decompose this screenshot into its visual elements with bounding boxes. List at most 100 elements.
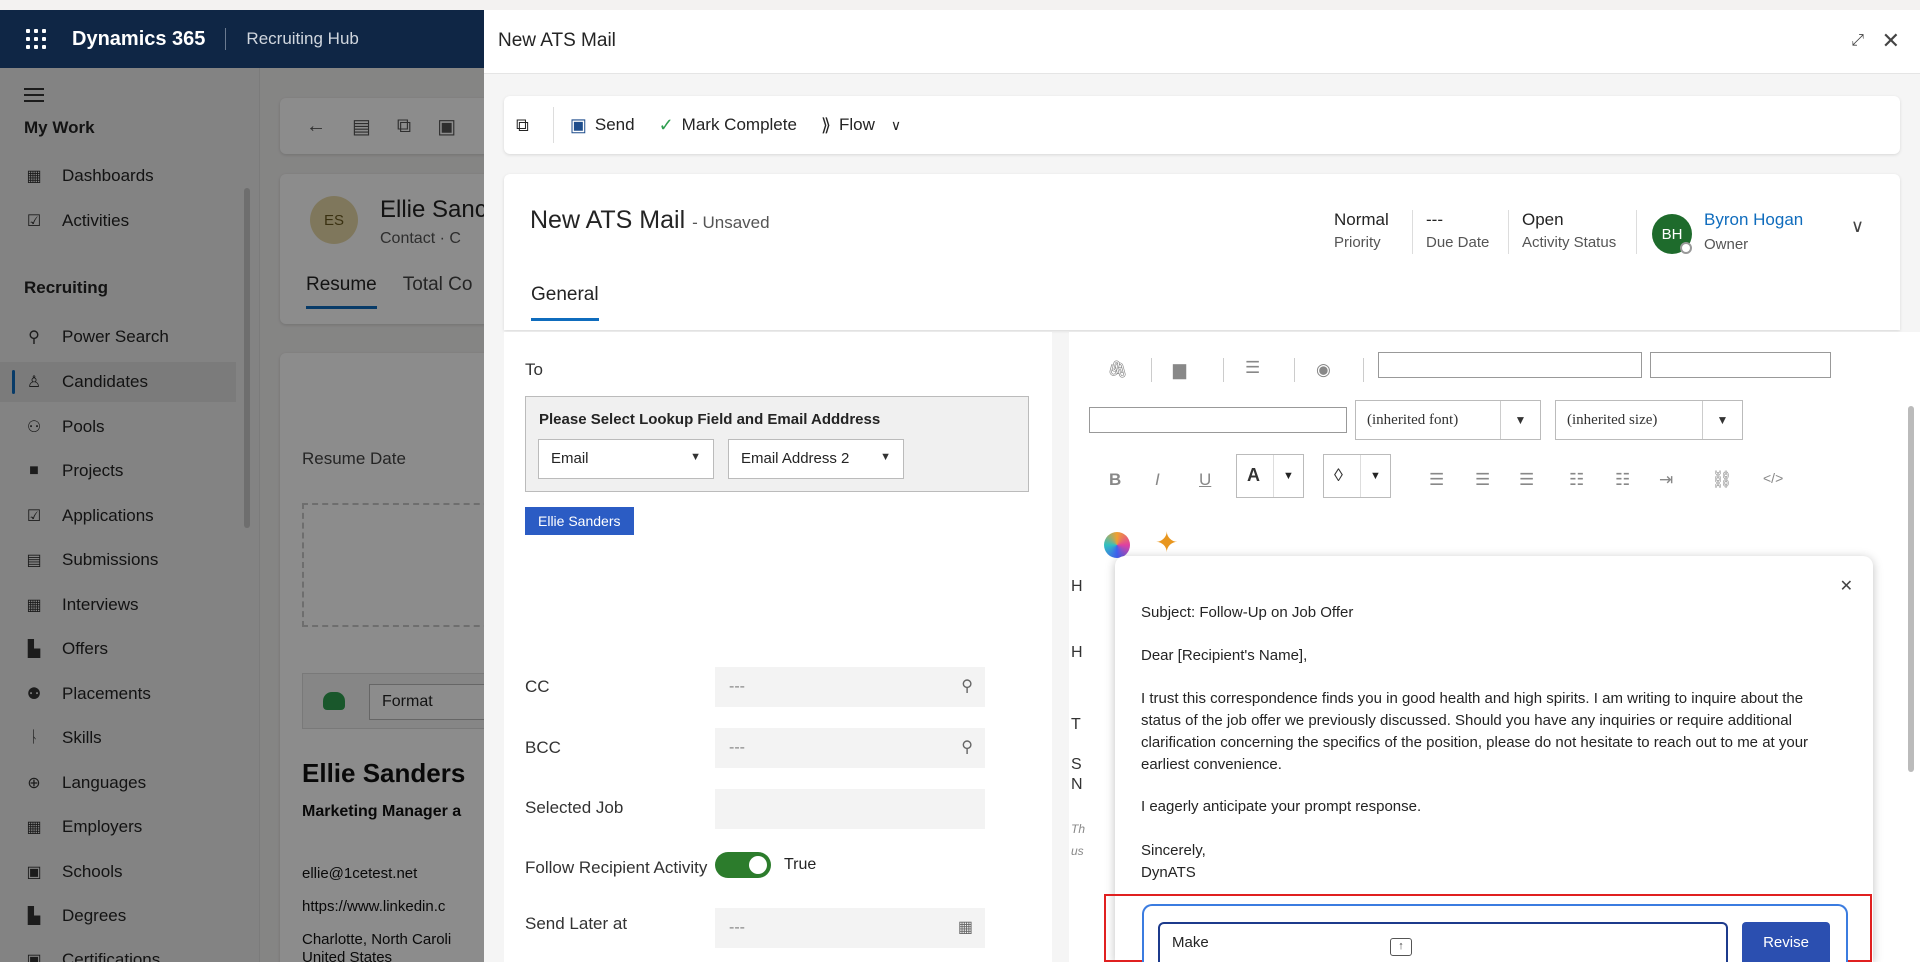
font-select[interactable]: (inherited font) ▼: [1355, 400, 1541, 440]
bcc-value: ---: [729, 739, 745, 756]
expand-icon[interactable]: ⤢: [1851, 32, 1864, 50]
body-peek-t: T: [1071, 716, 1081, 733]
popout-icon: ⧉: [516, 114, 529, 135]
divider: [1294, 358, 1295, 382]
indent-icon[interactable]: ⇥: [1659, 470, 1673, 490]
body-peek-h: H: [1071, 578, 1083, 595]
bold-button[interactable]: B: [1109, 470, 1121, 490]
hub-name[interactable]: Recruiting Hub: [246, 29, 358, 49]
chevron-down-icon[interactable]: ∨: [1851, 216, 1864, 237]
body-peek-h2: H: [1071, 644, 1083, 661]
lookup-field-select[interactable]: Email: [538, 439, 714, 479]
database-icon[interactable]: ☰: [1245, 358, 1260, 378]
underline-button[interactable]: U: [1199, 470, 1211, 490]
revise-button[interactable]: Revise: [1742, 922, 1830, 962]
form-title-text: New ATS Mail: [530, 206, 686, 234]
divider: [1363, 358, 1364, 382]
body-peek-n: N: [1071, 776, 1083, 793]
copilot-icon[interactable]: [1104, 532, 1130, 558]
briefcase-icon[interactable]: ▆: [1173, 360, 1186, 380]
divider: [1636, 210, 1637, 254]
divider: [1223, 358, 1224, 382]
unsaved-indicator: - Unsaved: [692, 213, 770, 232]
selected-job-field: [715, 789, 985, 829]
form-title: New ATS Mail - Unsaved: [530, 206, 770, 235]
bcc-field[interactable]: --- ⚲: [715, 728, 985, 768]
font-color-label: A: [1247, 465, 1260, 485]
style-input[interactable]: [1089, 407, 1347, 433]
font-select-value: (inherited font): [1367, 412, 1459, 428]
form-header: New ATS Mail - Unsaved Normal Priority --…: [504, 174, 1900, 330]
activity-status-label: Activity Status: [1522, 234, 1617, 251]
chevron-down-icon: ▼: [1273, 455, 1303, 497]
eye-icon[interactable]: ◉: [1316, 360, 1331, 380]
priority-field[interactable]: Normal Priority: [1334, 210, 1389, 251]
draft-closing: I eagerly anticipate your prompt respons…: [1141, 798, 1422, 815]
draft-signoff: Sincerely,: [1141, 842, 1206, 859]
draft-greeting: Dear [Recipient's Name],: [1141, 647, 1308, 664]
editor-input-2[interactable]: [1650, 352, 1831, 378]
close-icon[interactable]: ✕: [1882, 28, 1900, 54]
editor-input-1[interactable]: [1378, 352, 1642, 378]
draft-signature: DynATS: [1141, 864, 1196, 881]
bullet-list-icon[interactable]: ☷: [1569, 470, 1584, 490]
checkmark-icon: ✓: [658, 114, 674, 135]
link-icon[interactable]: ⛓: [1711, 470, 1733, 490]
upload-icon[interactable]: ↑: [1390, 938, 1412, 956]
dialog-title: New ATS Mail: [498, 30, 616, 51]
selected-job-label: Selected Job: [525, 798, 624, 817]
editor-scrollbar[interactable]: [1908, 406, 1914, 772]
size-select[interactable]: (inherited size) ▼: [1555, 400, 1743, 440]
italic-button[interactable]: I: [1155, 470, 1160, 490]
send-later-field[interactable]: --- ▦: [715, 908, 985, 948]
sparkle-icon[interactable]: ✦: [1155, 526, 1178, 559]
divider: [1412, 210, 1413, 254]
chevron-down-icon: ▼: [1500, 401, 1540, 439]
chevron-down-icon: ▼: [1702, 401, 1742, 439]
dialog-header: New ATS Mail ⤢ ✕: [484, 10, 1920, 74]
droplet-icon: ◊: [1334, 465, 1343, 485]
highlight-color-picker[interactable]: ◊ ▼: [1323, 454, 1391, 498]
align-center-icon[interactable]: ☰: [1475, 470, 1490, 490]
numbered-list-icon[interactable]: ☷: [1615, 470, 1630, 490]
save-icon: ▣: [569, 114, 587, 135]
owner-name-link[interactable]: Byron Hogan: [1704, 210, 1803, 230]
tab-general[interactable]: General: [531, 284, 599, 321]
align-right-icon[interactable]: ☰: [1519, 470, 1534, 490]
send-button[interactable]: ▣ Send: [558, 96, 647, 154]
align-left-icon[interactable]: ☰: [1429, 470, 1444, 490]
due-date-field[interactable]: --- Due Date: [1426, 210, 1489, 251]
send-later-label: Send Later at: [525, 914, 628, 933]
revise-prompt-input[interactable]: Make: [1158, 922, 1728, 962]
divider: [1508, 210, 1509, 254]
priority-label: Priority: [1334, 234, 1381, 251]
due-date-value: ---: [1426, 210, 1443, 229]
calendar-icon[interactable]: ▦: [958, 917, 973, 937]
font-color-picker[interactable]: A ▼: [1236, 454, 1304, 498]
activity-status-field[interactable]: Open Activity Status: [1522, 210, 1616, 251]
search-icon[interactable]: ⚲: [961, 676, 973, 696]
draft-body: I trust this correspondence finds you in…: [1141, 690, 1809, 773]
size-select-value: (inherited size): [1567, 412, 1658, 428]
flow-button[interactable]: ⟫ Flow ∨: [809, 96, 913, 154]
code-icon[interactable]: </>: [1763, 470, 1783, 486]
lookup-heading: Please Select Lookup Field and Email Add…: [539, 411, 881, 428]
body-peek-th: Th: [1071, 822, 1086, 836]
app-name[interactable]: Dynamics 365: [72, 28, 205, 51]
follow-recipient-toggle[interactable]: [715, 852, 771, 878]
cc-label: CC: [525, 677, 550, 696]
mark-complete-button[interactable]: ✓ Mark Complete: [647, 96, 809, 154]
close-icon[interactable]: ✕: [1840, 576, 1853, 596]
app-launcher-icon[interactable]: [26, 29, 46, 49]
email-address-select[interactable]: Email Address 2: [728, 439, 904, 479]
attach-icon[interactable]: 🖇: [1107, 360, 1129, 380]
recipient-chip[interactable]: Ellie Sanders: [525, 507, 634, 535]
cc-field[interactable]: --- ⚲: [715, 667, 985, 707]
popout-button[interactable]: ⧉: [504, 96, 549, 154]
chevron-down-icon: ▼: [1360, 455, 1390, 497]
flow-label: Flow: [838, 115, 875, 134]
search-icon[interactable]: ⚲: [961, 737, 973, 757]
cc-value: ---: [729, 678, 745, 695]
bcc-label: BCC: [525, 738, 561, 757]
presence-icon: [1680, 242, 1692, 254]
